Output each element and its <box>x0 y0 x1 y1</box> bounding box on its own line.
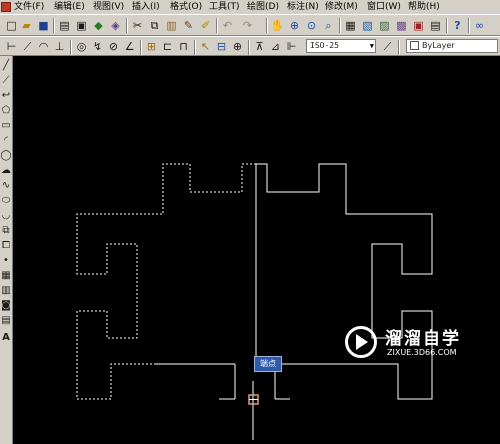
play-triangle-icon <box>356 334 368 350</box>
angular-icon[interactable]: ∠ <box>122 39 137 54</box>
app-icon[interactable] <box>1 2 11 12</box>
chevron-down-icon: ▼ <box>369 42 374 50</box>
zoom-realtime-icon[interactable]: ⊕ <box>287 18 302 33</box>
plot-icon[interactable]: ◈ <box>108 18 123 33</box>
print-icon[interactable]: ▤ <box>57 18 72 33</box>
print-preview-icon[interactable]: ▣ <box>74 18 89 33</box>
insert-block-icon[interactable]: ⧉ <box>0 224 12 237</box>
color-swatch-icon <box>410 41 419 50</box>
zoom-previous-icon[interactable]: ⌕ <box>321 18 336 33</box>
menu-modify[interactable]: 修改(M) <box>325 0 358 14</box>
dimension-text-edit-icon[interactable]: ⊿ <box>268 39 283 54</box>
polygon-icon[interactable]: ⬠ <box>0 104 12 117</box>
make-block-icon[interactable]: ⧠ <box>0 239 12 252</box>
sheet-set-icon[interactable]: ▩ <box>394 18 409 33</box>
watermark-title: 溜溜自学 <box>385 329 461 349</box>
polyline-icon[interactable]: ↩ <box>0 89 12 102</box>
ordinate-icon[interactable]: ⊥ <box>52 39 67 54</box>
spline-icon[interactable]: ∿ <box>0 179 12 192</box>
table-icon[interactable]: ▤ <box>0 314 12 327</box>
circle-icon[interactable]: ◯ <box>0 149 12 162</box>
copy-icon[interactable]: ⧉ <box>147 18 162 33</box>
design-center-icon[interactable]: ▧ <box>360 18 375 33</box>
watermark-subtitle: ZIXUE.3D66.COM <box>387 348 457 357</box>
ellipse-arc-icon[interactable]: ◡ <box>0 209 12 222</box>
help-icon[interactable]: ? <box>450 18 465 33</box>
snap-tooltip: 端点 <box>254 356 282 372</box>
dimension-edit-icon[interactable]: ⊼ <box>252 39 267 54</box>
pan-icon[interactable]: ✋ <box>270 18 285 33</box>
quick-dimension-icon[interactable]: ⊞ <box>144 39 159 54</box>
watermark: 溜溜自学 ZIXUE.3D66.COM <box>339 320 469 370</box>
menu-dimension[interactable]: 标注(N) <box>287 0 319 14</box>
brush-icon[interactable]: ✎ <box>181 18 196 33</box>
drawing-canvas[interactable] <box>13 56 500 444</box>
standard-toolbar: □ ▰ ■ ▤ ▣ ◆ ◈ ✂ ⧉ ▥ ✎ ✐ ↶ ↷ ✋ ⊕ ⊙ ⌕ ▦ ▧ … <box>0 14 500 36</box>
menu-edit[interactable]: 编辑(E) <box>54 0 85 14</box>
arc-length-icon[interactable]: ◠ <box>36 39 51 54</box>
arc-icon[interactable]: ◜ <box>0 134 12 147</box>
draw-toolbar: ╱ ⟋ ↩ ⬠ ▭ ◜ ◯ ☁ ∿ ⬭ ◡ ⧉ ⧠ • ▦ ▥ ◙ ▤ A <box>0 56 13 444</box>
open-file-icon[interactable]: ▰ <box>19 18 34 33</box>
layer-combo[interactable]: ByLayer <box>406 39 498 53</box>
hatch-icon[interactable]: ▦ <box>0 269 12 282</box>
menu-draw[interactable]: 绘图(D) <box>247 0 279 14</box>
properties-icon[interactable]: ▦ <box>343 18 358 33</box>
menu-view[interactable]: 视图(V) <box>93 0 124 14</box>
revision-cloud-icon[interactable]: ☁ <box>0 164 12 177</box>
save-icon[interactable]: ■ <box>36 18 51 33</box>
construction-line-icon[interactable]: ⟋ <box>0 74 12 87</box>
menu-bar: 文件(F) 编辑(E) 视图(V) 插入(I) 格式(O) 工具(T) 绘图(D… <box>0 0 500 14</box>
baseline-icon[interactable]: ⊏ <box>160 39 175 54</box>
line-icon[interactable]: ╱ <box>0 59 12 72</box>
ellipse-icon[interactable]: ⬭ <box>0 194 12 207</box>
new-file-icon[interactable]: □ <box>4 18 19 33</box>
diameter-icon[interactable]: ⊘ <box>106 39 121 54</box>
rectangle-icon[interactable]: ▭ <box>0 119 12 132</box>
redo-icon[interactable]: ↷ <box>240 18 255 33</box>
center-mark-icon[interactable]: ⊕ <box>230 39 245 54</box>
zoom-window-icon[interactable]: ⊙ <box>304 18 319 33</box>
cut-icon[interactable]: ✂ <box>130 18 145 33</box>
markup-icon[interactable]: ▣ <box>411 18 426 33</box>
publish-icon[interactable]: ◆ <box>91 18 106 33</box>
tolerance-icon[interactable]: ⊟ <box>214 39 229 54</box>
drawing-svg <box>76 163 433 440</box>
multiline-text-icon[interactable]: A <box>0 331 12 344</box>
menu-insert[interactable]: 插入(I) <box>132 0 160 14</box>
quick-leader-icon[interactable]: ↖ <box>198 39 213 54</box>
gradient-icon[interactable]: ▥ <box>0 284 12 297</box>
dimstyle-apply-icon[interactable]: ⟋ <box>380 39 395 54</box>
match-properties-icon[interactable]: ✐ <box>198 18 213 33</box>
undo-icon[interactable]: ↶ <box>220 18 235 33</box>
menu-help[interactable]: 帮助(H) <box>408 0 440 14</box>
region-icon[interactable]: ◙ <box>0 299 12 312</box>
continue-icon[interactable]: ⊓ <box>176 39 191 54</box>
menu-tools[interactable]: 工具(T) <box>209 0 240 14</box>
jogged-icon[interactable]: ↯ <box>90 39 105 54</box>
dimension-update-icon[interactable]: ⊩ <box>284 39 299 54</box>
layer-value: ByLayer <box>422 41 455 50</box>
radius-icon[interactable]: ◎ <box>74 39 89 54</box>
dimstyle-combo[interactable]: ISO-25 ▼ <box>306 39 376 53</box>
dimstyle-value: ISO-25 <box>310 41 339 50</box>
tool-palette-icon[interactable]: ▨ <box>377 18 392 33</box>
point-icon[interactable]: • <box>0 254 12 267</box>
orbit-icon[interactable]: ∞ <box>472 18 487 33</box>
aligned-dimension-icon[interactable]: ⟋ <box>20 39 35 54</box>
linear-dimension-icon[interactable]: ⊢ <box>4 39 19 54</box>
dimension-toolbar: ⊢ ⟋ ◠ ⊥ ◎ ↯ ⊘ ∠ ⊞ ⊏ ⊓ ↖ ⊟ ⊕ ⊼ ⊿ ⊩ ISO-25… <box>0 36 500 56</box>
menu-file[interactable]: 文件(F) <box>14 0 44 14</box>
menu-format[interactable]: 格式(O) <box>170 0 202 14</box>
calculator-icon[interactable]: ▤ <box>428 18 443 33</box>
paste-icon[interactable]: ▥ <box>164 18 179 33</box>
menu-window[interactable]: 窗口(W) <box>367 0 401 14</box>
